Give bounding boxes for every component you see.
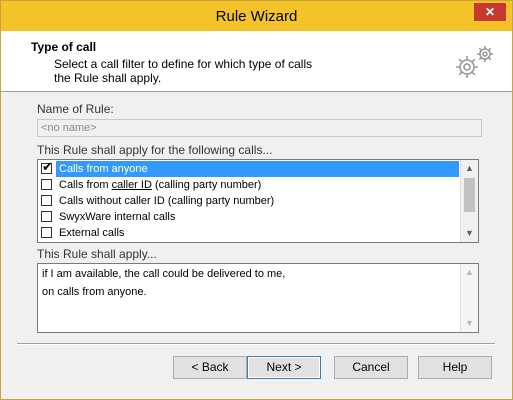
- list-item-label: External calls: [59, 227, 125, 239]
- list-scrollbar[interactable]: ▲ ▼: [460, 160, 478, 242]
- checkbox[interactable]: [41, 179, 52, 190]
- checkbox[interactable]: [41, 211, 52, 222]
- list-item-calls-from-anyone[interactable]: ✔ Calls from anyone: [38, 159, 461, 177]
- rule-summary-text: if I am available, the call could be del…: [37, 263, 479, 333]
- page-title: Type of call: [31, 40, 97, 54]
- list-item-external-calls[interactable]: External calls: [38, 225, 461, 241]
- back-button[interactable]: < Back: [173, 356, 247, 379]
- close-icon: ✕: [484, 5, 496, 19]
- cancel-button[interactable]: Cancel: [334, 356, 408, 379]
- checkbox[interactable]: ✔: [41, 159, 53, 174]
- title-bar[interactable]: Rule Wizard ✕: [1, 1, 512, 31]
- checkmark-icon: ✔: [42, 159, 53, 174]
- scroll-up-icon[interactable]: ▲: [461, 160, 478, 177]
- scroll-down-icon[interactable]: ▼: [461, 315, 478, 332]
- summary-line: on calls from anyone.: [42, 286, 147, 298]
- window-title: Rule Wizard: [215, 8, 298, 25]
- call-type-list[interactable]: ✔ Calls from anyone Calls from caller ID…: [37, 159, 479, 243]
- scroll-down-icon[interactable]: ▼: [461, 225, 478, 242]
- checkbox[interactable]: [41, 227, 52, 238]
- page-description: Select a call filter to define for which…: [54, 57, 313, 85]
- list-item-calls-without-caller-id[interactable]: Calls without caller ID (calling party n…: [38, 193, 461, 209]
- list-item-internal-calls[interactable]: SwyxWare internal calls: [38, 209, 461, 225]
- list-item-calls-from-caller-id[interactable]: Calls from caller ID (calling party numb…: [38, 177, 461, 193]
- summary-line: if I am available, the call could be del…: [42, 268, 286, 280]
- list-item-label: Calls from caller ID (calling party numb…: [59, 179, 262, 191]
- scroll-up-icon[interactable]: ▲: [461, 264, 478, 281]
- apply-section-label: This Rule shall apply...: [37, 247, 157, 261]
- scroll-thumb[interactable]: [464, 178, 475, 212]
- calls-section-label: This Rule shall apply for the following …: [37, 143, 273, 157]
- summary-scrollbar[interactable]: ▲ ▼: [460, 264, 478, 332]
- rule-name-input[interactable]: <no name>: [37, 119, 482, 137]
- list-item-label: Calls from anyone: [56, 161, 459, 177]
- next-button[interactable]: Next >: [247, 356, 321, 379]
- name-of-rule-label: Name of Rule:: [37, 102, 114, 116]
- header-panel: Type of call Select a call filter to def…: [1, 31, 512, 92]
- checkbox[interactable]: [41, 195, 52, 206]
- divider: [17, 344, 495, 345]
- list-item-label: SwyxWare internal calls: [59, 211, 176, 223]
- close-button[interactable]: ✕: [474, 3, 506, 21]
- help-button[interactable]: Help: [418, 356, 492, 379]
- rule-wizard-window: Rule Wizard ✕ Type of call Select a call…: [0, 0, 513, 400]
- gears-icon: [451, 41, 499, 85]
- list-item-label: Calls without caller ID (calling party n…: [59, 195, 275, 207]
